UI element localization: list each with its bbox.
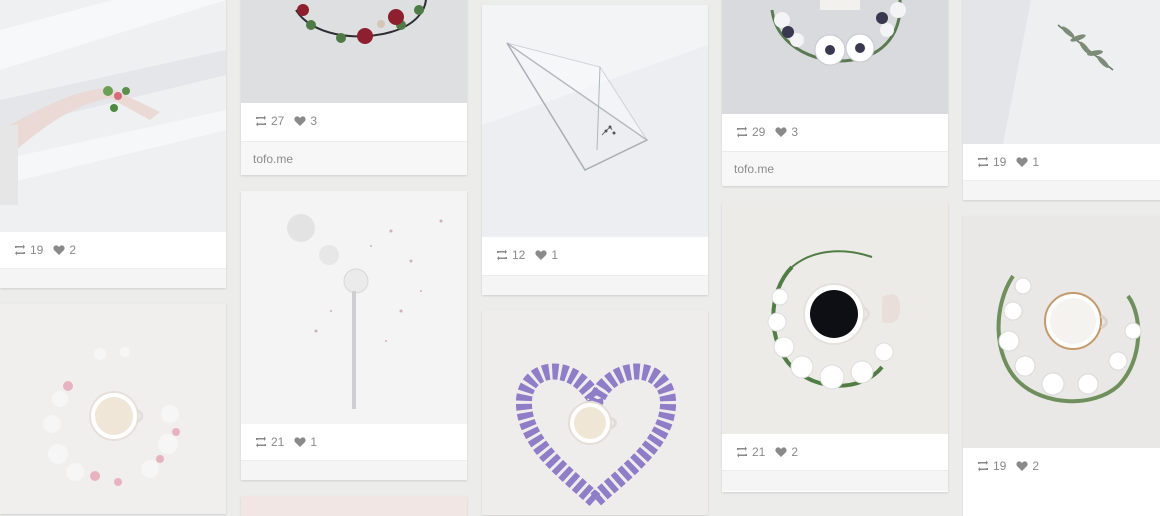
repost-icon xyxy=(15,244,25,256)
photo-black-coffee-with-rose-wreath[interactable] xyxy=(722,202,948,434)
card-stats: 21 2 xyxy=(722,434,948,470)
repost-icon xyxy=(978,156,988,168)
like-count[interactable]: 3 xyxy=(294,114,317,128)
card-footer xyxy=(482,275,708,295)
card-stats: 19 2 xyxy=(963,448,1160,484)
repost-count-value: 19 xyxy=(993,459,1007,473)
heart-icon xyxy=(53,245,65,255)
feed-card[interactable] xyxy=(241,496,467,516)
repost-count[interactable]: 21 xyxy=(736,445,765,459)
feed-card[interactable]: 27 3 tofo.me xyxy=(241,0,467,175)
like-count-value: 1 xyxy=(310,435,318,449)
photo-glass-prism-with-twig[interactable] xyxy=(482,5,708,237)
like-count-value: 3 xyxy=(791,125,799,139)
like-count[interactable]: 2 xyxy=(1016,459,1039,473)
like-count-value: 1 xyxy=(551,248,559,262)
photo-olive-sprig[interactable] xyxy=(963,0,1160,144)
card-stats: 12 1 xyxy=(482,237,708,273)
repost-count-value: 19 xyxy=(30,243,44,257)
photo-hand-with-flower-bracelet[interactable] xyxy=(0,0,226,232)
repost-count-value: 27 xyxy=(271,114,285,128)
heart-icon xyxy=(535,250,547,260)
feed-card[interactable]: 29 3 tofo.me xyxy=(722,0,948,186)
source-link[interactable]: tofo.me xyxy=(722,151,948,186)
repost-icon xyxy=(737,126,747,138)
card-stats: 21 1 xyxy=(241,424,467,460)
repost-icon xyxy=(497,249,507,261)
feed-card[interactable]: 19 2 xyxy=(963,216,1160,516)
card-stats: 29 3 xyxy=(722,114,948,150)
feed-card[interactable]: 12 1 xyxy=(482,5,708,295)
like-count-value: 3 xyxy=(310,114,318,128)
feed-card[interactable]: 21 1 xyxy=(241,191,467,480)
feed-card[interactable] xyxy=(482,310,708,515)
heart-icon xyxy=(294,437,306,447)
repost-count[interactable]: 12 xyxy=(496,248,525,262)
feed-card[interactable] xyxy=(0,304,226,514)
heart-icon xyxy=(1016,157,1028,167)
repost-icon xyxy=(256,436,266,448)
card-footer xyxy=(722,470,948,491)
repost-icon xyxy=(737,446,747,458)
like-count-value: 2 xyxy=(1032,459,1040,473)
like-count-value: 2 xyxy=(791,445,799,459)
repost-count[interactable]: 19 xyxy=(977,459,1006,473)
repost-count-value: 19 xyxy=(993,155,1007,169)
feed-card[interactable]: 21 2 xyxy=(722,202,948,492)
repost-count[interactable]: 29 xyxy=(736,125,765,139)
source-link[interactable]: tofo.me xyxy=(241,141,467,175)
repost-count[interactable]: 19 xyxy=(977,155,1006,169)
heart-icon xyxy=(1016,461,1028,471)
repost-count-value: 29 xyxy=(752,125,766,139)
card-stats: 19 2 xyxy=(0,232,226,268)
like-count[interactable]: 1 xyxy=(1016,155,1039,169)
card-stats: 19 1 xyxy=(963,144,1160,180)
card-stats: 27 3 xyxy=(241,103,467,139)
photo-lavender-heart-with-coffee[interactable] xyxy=(482,310,708,515)
repost-icon xyxy=(978,460,988,472)
photo-pink-partial[interactable] xyxy=(241,496,467,516)
card-footer xyxy=(0,268,226,288)
repost-icon xyxy=(256,115,266,127)
photo-coffee-with-flower-ring[interactable] xyxy=(0,304,226,514)
repost-count-value: 21 xyxy=(271,435,285,449)
heart-icon xyxy=(775,127,787,137)
photo-spoon-and-petals[interactable] xyxy=(241,191,467,424)
photo-berry-wreath[interactable] xyxy=(241,0,467,103)
feed-card[interactable]: 19 1 xyxy=(963,0,1160,200)
heart-icon xyxy=(775,447,787,457)
like-count[interactable]: 1 xyxy=(535,248,558,262)
heart-icon xyxy=(294,116,306,126)
feed-card[interactable]: 19 2 xyxy=(0,0,226,288)
repost-count-value: 21 xyxy=(752,445,766,459)
repost-count[interactable]: 27 xyxy=(255,114,284,128)
like-count[interactable]: 2 xyxy=(775,445,798,459)
like-count-value: 1 xyxy=(1032,155,1040,169)
card-footer xyxy=(241,460,467,480)
repost-count[interactable]: 21 xyxy=(255,435,284,449)
card-footer xyxy=(963,180,1160,200)
like-count[interactable]: 3 xyxy=(775,125,798,139)
like-count[interactable]: 2 xyxy=(53,243,76,257)
like-count-value: 2 xyxy=(69,243,77,257)
repost-count[interactable]: 19 xyxy=(14,243,43,257)
photo-latte-with-white-flower-ring[interactable] xyxy=(963,216,1160,448)
like-count[interactable]: 1 xyxy=(294,435,317,449)
photo-anemone-wreath[interactable] xyxy=(722,0,948,114)
repost-count-value: 12 xyxy=(512,248,526,262)
